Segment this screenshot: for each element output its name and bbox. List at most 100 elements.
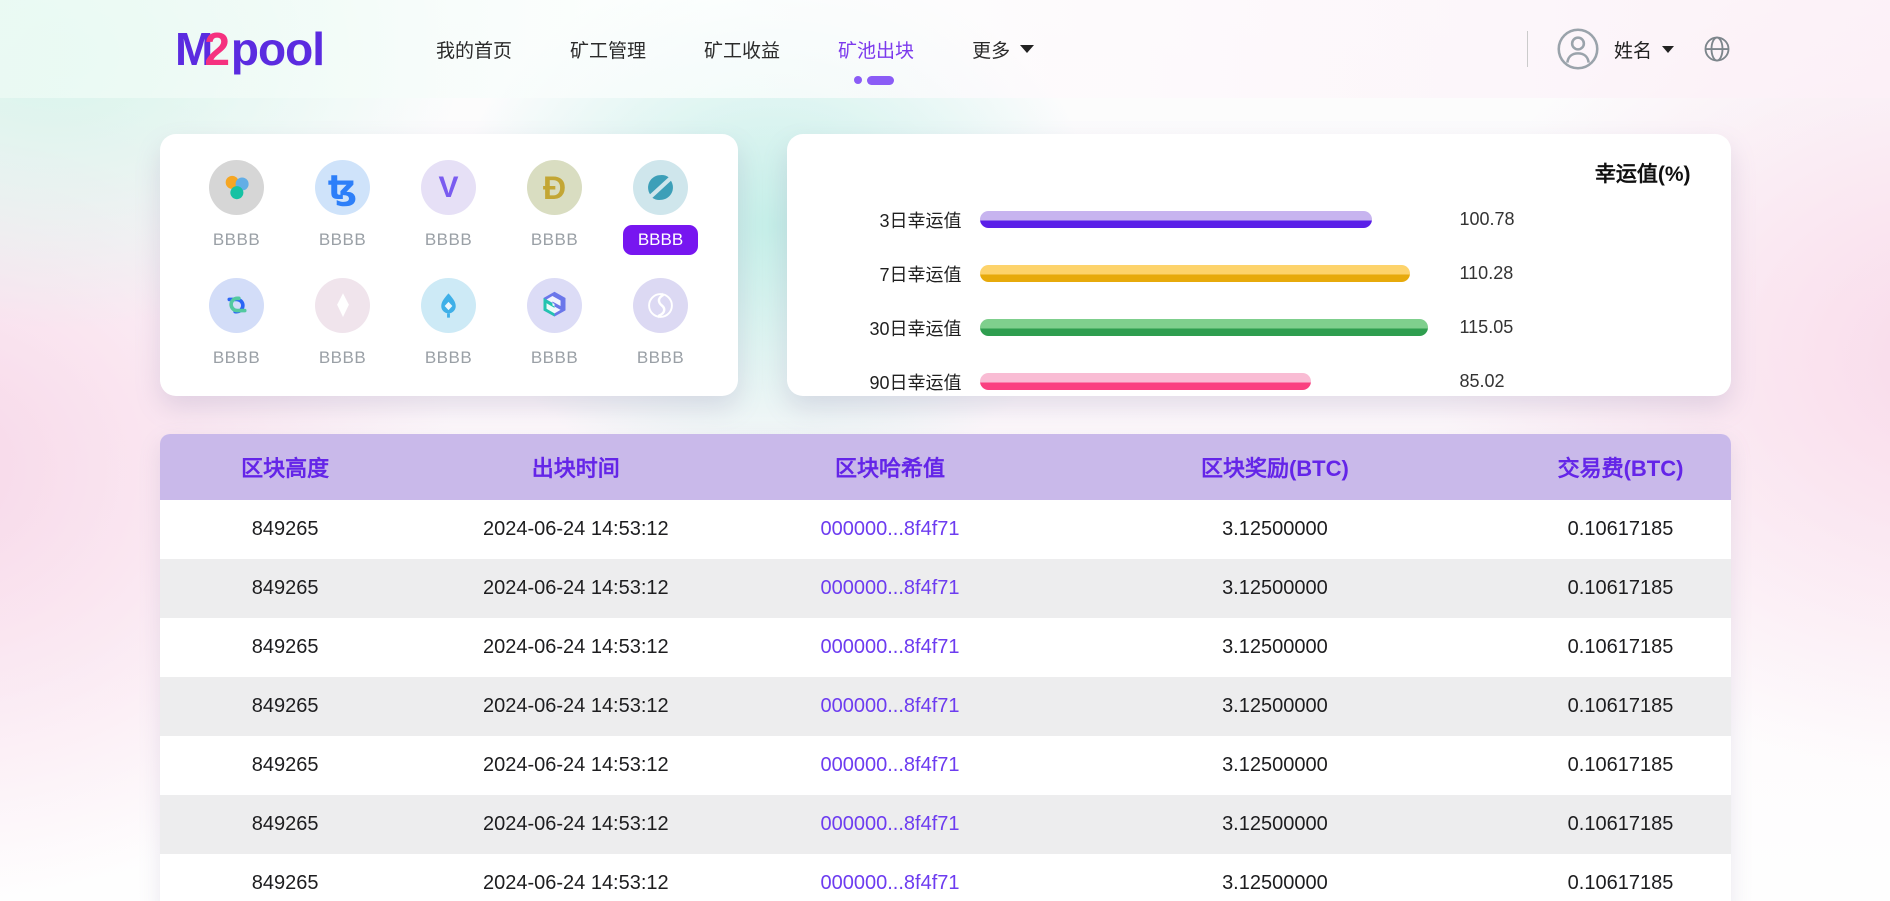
avatar-icon[interactable] <box>1556 27 1600 71</box>
table-body: 8492652024-06-24 14:53:12000000...8f4f71… <box>160 500 1731 901</box>
swirl-coin-icon <box>633 278 688 333</box>
block-hash-link[interactable]: 000000...8f4f71 <box>741 577 1039 600</box>
luck-chart-title: 幸运值(%) <box>817 150 1701 188</box>
coin-item-scube[interactable]: BBBB <box>502 274 608 387</box>
coin-item-ontology[interactable]: BBBB <box>608 156 714 274</box>
block-height-cell: 849265 <box>160 577 411 600</box>
nav-item-label: 更多 <box>972 36 1010 63</box>
nav-item-label: 我的首页 <box>436 36 512 63</box>
luck-bar-value: 115.05 <box>1460 317 1514 338</box>
tx-fee-cell: 0.10617185 <box>1511 518 1731 541</box>
table-row: 8492652024-06-24 14:53:12000000...8f4f71… <box>160 559 1731 618</box>
tx-fee-cell: 0.10617185 <box>1511 754 1731 777</box>
coin-item-nem[interactable]: BBBB <box>184 156 290 274</box>
nav-item-label: 矿工收益 <box>704 36 780 63</box>
nav-item-label: 矿池出块 <box>838 36 914 63</box>
scube-coin-icon <box>527 278 582 333</box>
block-time-cell: 2024-06-24 14:53:12 <box>411 813 741 836</box>
m2pool-logo[interactable]: M2pool <box>175 22 324 76</box>
block-reward-cell: 3.12500000 <box>1039 872 1510 895</box>
block-hash-link[interactable]: 000000...8f4f71 <box>741 813 1039 836</box>
table-row: 8492652024-06-24 14:53:12000000...8f4f71… <box>160 854 1731 901</box>
coin-item-dogecoin[interactable]: Ð BBBB <box>502 156 608 274</box>
block-reward-cell: 3.12500000 <box>1039 754 1510 777</box>
block-hash-link[interactable]: 000000...8f4f71 <box>741 695 1039 718</box>
bitshares-coin-icon <box>421 278 476 333</box>
table-row: 8492652024-06-24 14:53:12000000...8f4f71… <box>160 677 1731 736</box>
table-row: 8492652024-06-24 14:53:12000000...8f4f71… <box>160 736 1731 795</box>
block-time-cell: 2024-06-24 14:53:12 <box>411 754 741 777</box>
tx-fee-cell: 0.10617185 <box>1511 813 1731 836</box>
user-menu-caret-icon[interactable] <box>1662 46 1674 53</box>
luck-bar <box>980 373 1312 390</box>
luck-bar <box>980 319 1429 336</box>
luck-bar-label: 30日幸运值 <box>817 315 962 341</box>
top-nav-bar: M2pool 我的首页 矿工管理 矿工收益 矿池出块 更多 姓名 <box>0 0 1890 98</box>
luck-bars: 3日幸运值 100.78 7日幸运值110.28 30日幸运值 115.05 90日幸运值… <box>817 197 1701 404</box>
luck-bar-row-1: 7日幸运值110.28 <box>817 251 1701 296</box>
luck-bar-value: 85.02 <box>1460 371 1505 392</box>
coin-selector-card: BBBBꜩBBBBVBBBBÐBBBBBBBBBBBBBBBBBBBBBBBBB… <box>160 134 738 396</box>
block-height-cell: 849265 <box>160 636 411 659</box>
tx-fee-cell: 0.10617185 <box>1511 577 1731 600</box>
selected-coin-badge: BBBB <box>623 225 698 255</box>
block-reward-cell: 3.12500000 <box>1039 695 1510 718</box>
block-reward-cell: 3.12500000 <box>1039 813 1510 836</box>
nav-item-0[interactable]: 我的首页 <box>436 26 512 73</box>
luck-bar-track <box>980 211 1440 228</box>
logo-part-pool: pool <box>231 23 324 75</box>
luck-bar-track <box>980 265 1440 282</box>
table-header-row: 区块高度 出块时间 区块哈希值 区块奖励(BTC) 交易费(BTC) <box>160 434 1731 500</box>
block-time-cell: 2024-06-24 14:53:12 <box>411 695 741 718</box>
dogecoin-coin-icon: Ð <box>527 160 582 215</box>
header-divider <box>1527 31 1528 67</box>
block-hash-link[interactable]: 000000...8f4f71 <box>741 636 1039 659</box>
luck-chart-card: 幸运值(%) 3日幸运值 100.78 7日幸运值110.28 30日幸运值 115.0… <box>787 134 1731 396</box>
block-hash-link[interactable]: 000000...8f4f71 <box>741 754 1039 777</box>
blocks-table: 区块高度 出块时间 区块哈希值 区块奖励(BTC) 交易费(BTC) 84926… <box>160 434 1731 901</box>
coin-label: BBBB <box>319 348 366 368</box>
coin-label: BBBB <box>531 230 578 250</box>
col-block-height: 区块高度 <box>160 451 411 483</box>
coin-item-swirl[interactable]: BBBB <box>608 274 714 387</box>
table-row: 8492652024-06-24 14:53:12000000...8f4f71… <box>160 500 1731 559</box>
decred-coin-icon <box>209 278 264 333</box>
coin-label: BBBB <box>319 230 366 250</box>
username[interactable]: 姓名 <box>1614 36 1652 63</box>
luck-bar-track <box>980 319 1440 336</box>
luck-bar-track <box>980 373 1440 390</box>
coin-item-vechain[interactable]: VBBBB <box>396 156 502 274</box>
luck-bar-label: 3日幸运值 <box>817 207 962 233</box>
tx-fee-cell: 0.10617185 <box>1511 872 1731 895</box>
block-time-cell: 2024-06-24 14:53:12 <box>411 636 741 659</box>
language-globe-icon[interactable] <box>1702 34 1732 64</box>
nem-coin-icon <box>209 160 264 215</box>
block-hash-link[interactable]: 000000...8f4f71 <box>741 872 1039 895</box>
luck-bar-row-3: 90日幸运值85.02 <box>817 359 1701 404</box>
luck-bar-value: 100.78 <box>1460 209 1515 230</box>
coin-item-bitshares[interactable]: BBBB <box>396 274 502 387</box>
nav-item-3[interactable]: 矿池出块 <box>838 26 914 73</box>
nav-item-4[interactable]: 更多 <box>972 26 1034 73</box>
coin-label: BBBB <box>637 348 684 368</box>
col-tx-fee: 交易费(BTC) <box>1511 451 1731 483</box>
block-height-cell: 849265 <box>160 872 411 895</box>
coin-item-lisk[interactable]: BBBB <box>290 274 396 387</box>
block-height-cell: 849265 <box>160 754 411 777</box>
top-cards-row: BBBBꜩBBBBVBBBBÐBBBBBBBBBBBBBBBBBBBBBBBBB… <box>160 134 1731 396</box>
coin-item-decred[interactable]: BBBB <box>184 274 290 387</box>
coin-item-tezos[interactable]: ꜩBBBB <box>290 156 396 274</box>
block-hash-link[interactable]: 000000...8f4f71 <box>741 518 1039 541</box>
block-reward-cell: 3.12500000 <box>1039 636 1510 659</box>
table-row: 8492652024-06-24 14:53:12000000...8f4f71… <box>160 618 1731 677</box>
nav-item-2[interactable]: 矿工收益 <box>704 26 780 73</box>
block-time-cell: 2024-06-24 14:53:12 <box>411 518 741 541</box>
block-reward-cell: 3.12500000 <box>1039 518 1510 541</box>
luck-bar <box>980 211 1373 228</box>
main-content: BBBBꜩBBBBVBBBBÐBBBBBBBBBBBBBBBBBBBBBBBBB… <box>160 134 1731 901</box>
tx-fee-cell: 0.10617185 <box>1511 695 1731 718</box>
active-nav-indicator <box>854 76 894 85</box>
block-time-cell: 2024-06-24 14:53:12 <box>411 577 741 600</box>
nav-item-1[interactable]: 矿工管理 <box>570 26 646 73</box>
coin-label: BBBB <box>213 230 260 250</box>
